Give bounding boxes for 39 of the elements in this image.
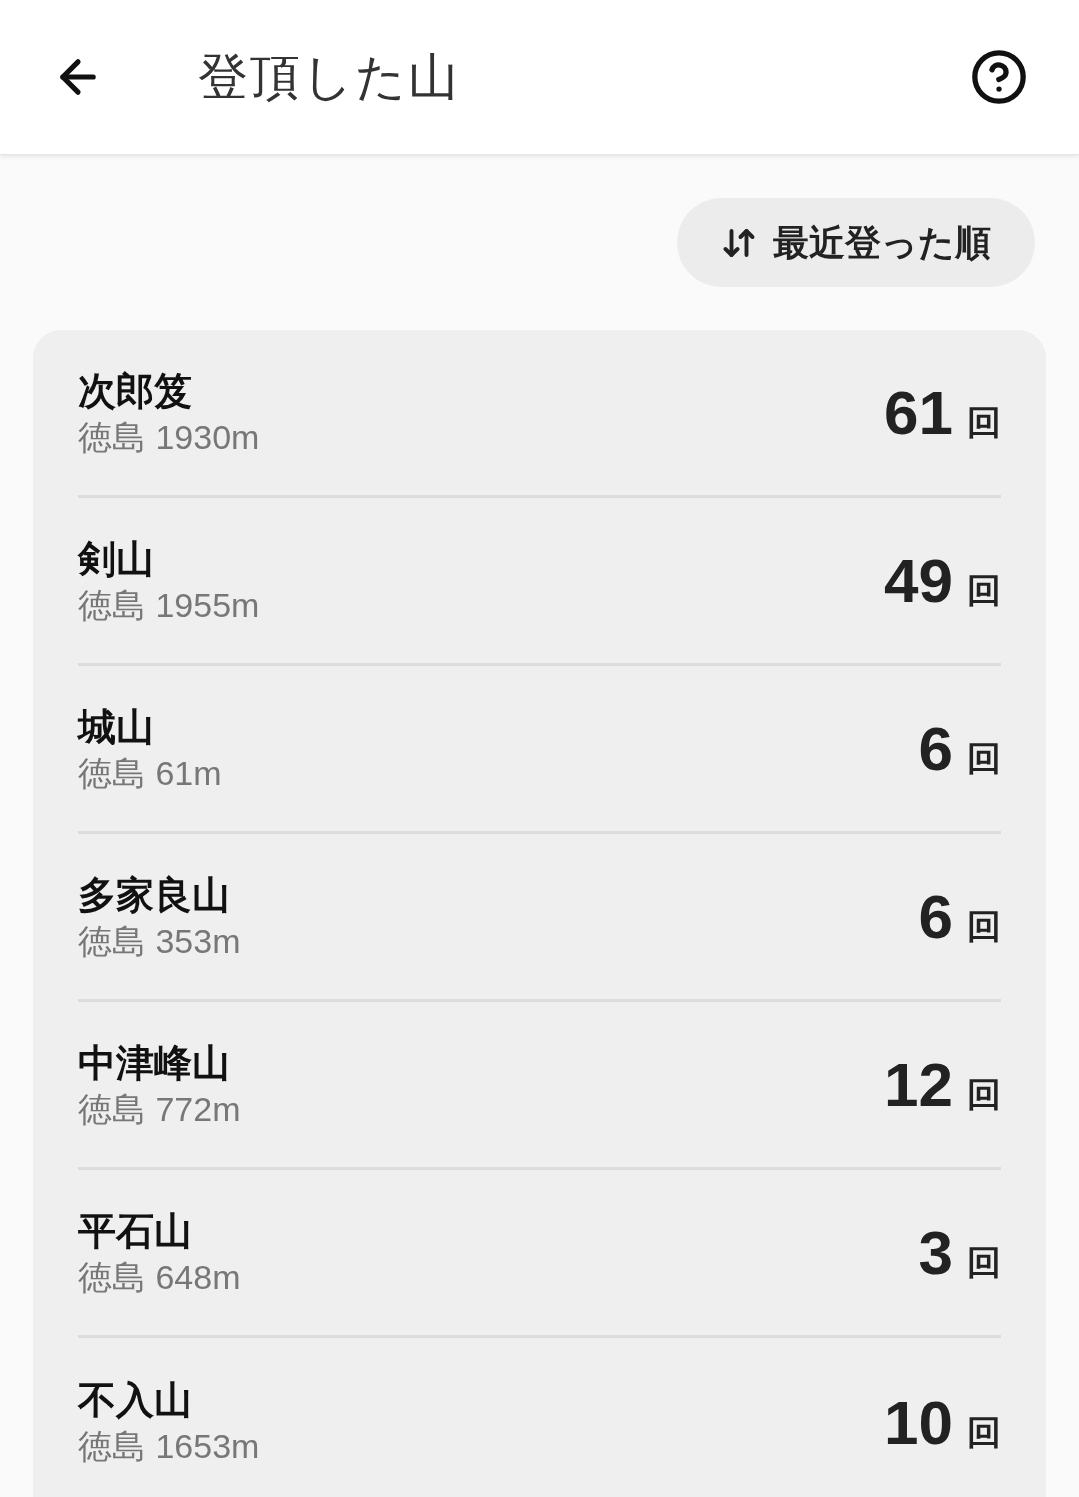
mountain-row[interactable]: 城山 徳島 61m 6 回 <box>78 666 1001 834</box>
mountain-name: 平石山 <box>78 1208 193 1254</box>
count-unit: 回 <box>967 1074 1001 1115</box>
climb-count: 12 <box>884 1049 953 1121</box>
mountain-name: 多家良山 <box>78 872 231 918</box>
climb-count: 10 <box>884 1386 953 1459</box>
climb-count: 6 <box>918 713 953 785</box>
mountain-row[interactable]: 次郎笈 徳島 1930m 61 回 <box>78 330 1001 498</box>
mountain-location: 徳島 1930m <box>78 416 261 458</box>
mountain-location: 徳島 1653m <box>78 1426 261 1467</box>
help-button[interactable] <box>969 47 1029 107</box>
mountain-name: 次郎笈 <box>78 368 193 414</box>
mountain-row[interactable]: 平石山 徳島 648m 3 回 <box>78 1170 1001 1338</box>
mountain-row[interactable]: 剣山 徳島 1955m 49 回 <box>78 498 1001 666</box>
mountain-location: 徳島 61m <box>78 752 223 794</box>
count-unit: 回 <box>967 402 1001 443</box>
mountain-row[interactable]: 多家良山 徳島 353m 6 回 <box>78 834 1001 1002</box>
mountain-name: 不入山 <box>78 1378 193 1423</box>
sort-button[interactable]: 最近登った順 <box>677 198 1035 287</box>
mountain-row[interactable]: 不入山 徳島 1653m 10 回 <box>78 1338 1001 1497</box>
mountain-location: 徳島 772m <box>78 1088 242 1130</box>
mountain-location: 徳島 1955m <box>78 584 261 626</box>
climb-count: 3 <box>918 1217 953 1289</box>
climb-count: 49 <box>884 545 953 617</box>
mountain-name: 剣山 <box>78 536 155 582</box>
mountain-name: 中津峰山 <box>78 1040 231 1086</box>
count-unit: 回 <box>967 738 1001 779</box>
count-unit: 回 <box>967 570 1001 611</box>
page-title: 登頂した山 <box>198 47 460 107</box>
mountain-row[interactable]: 中津峰山 徳島 772m 12 回 <box>78 1002 1001 1170</box>
count-unit: 回 <box>967 906 1001 947</box>
count-unit: 回 <box>967 1242 1001 1283</box>
count-unit: 回 <box>967 1411 1001 1453</box>
climb-count: 6 <box>918 881 953 953</box>
mountain-location: 徳島 353m <box>78 920 242 962</box>
mountain-name: 城山 <box>78 704 155 750</box>
climb-count: 61 <box>884 377 953 449</box>
help-icon <box>970 48 1028 106</box>
mountain-location: 徳島 648m <box>78 1256 242 1298</box>
